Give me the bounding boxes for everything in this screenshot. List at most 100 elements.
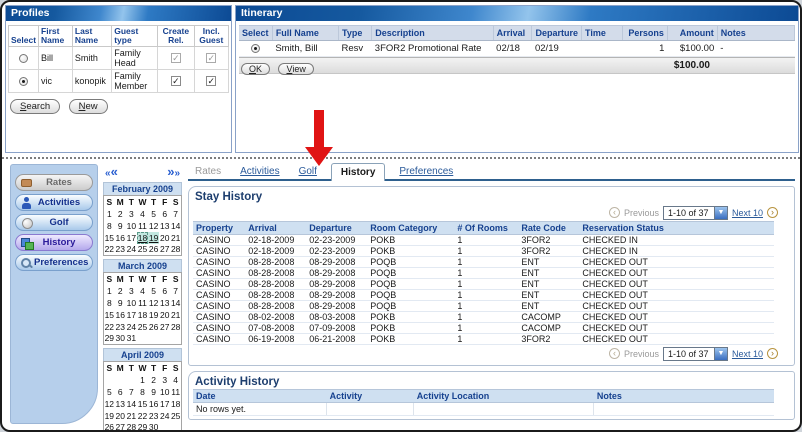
calendar-day[interactable]: 22 xyxy=(104,244,115,256)
calendar-day[interactable]: 26 xyxy=(104,422,115,432)
calendar-day[interactable]: 26 xyxy=(148,321,159,333)
calendar-day[interactable]: 8 xyxy=(104,220,115,232)
calendar-day[interactable]: 29 xyxy=(104,333,115,345)
calendar-day[interactable]: 24 xyxy=(126,321,137,333)
calendar-day[interactable]: 14 xyxy=(170,297,181,309)
sidebar-item-preferences[interactable]: Preferences xyxy=(15,254,93,271)
calendar-day[interactable]: 22 xyxy=(137,410,148,422)
calendar-day[interactable]: 3 xyxy=(126,285,137,297)
calendar-day[interactable]: 31 xyxy=(126,333,137,345)
calendar-day[interactable]: 15 xyxy=(137,398,148,410)
calendar-day[interactable]: 25 xyxy=(137,244,148,256)
calendar-day[interactable]: 12 xyxy=(148,297,159,309)
sidebar-item-golf[interactable]: Golf xyxy=(15,214,93,231)
calendar-day[interactable]: 19 xyxy=(104,410,115,422)
next-10-link[interactable]: Next 10 xyxy=(732,349,763,359)
calendar-day[interactable]: 23 xyxy=(148,410,159,422)
calendar-day[interactable]: 2 xyxy=(148,374,159,386)
create-rel-checkbox[interactable]: ✓ xyxy=(171,53,181,63)
calendar-day[interactable]: 10 xyxy=(126,297,137,309)
calendar-day[interactable]: 20 xyxy=(115,410,126,422)
calendar-day[interactable]: 7 xyxy=(126,386,137,398)
calendar-day[interactable]: 8 xyxy=(104,297,115,309)
calendar-day[interactable]: 4 xyxy=(137,285,148,297)
calendar-day[interactable]: 13 xyxy=(159,297,170,309)
calendar-day[interactable]: 5 xyxy=(104,386,115,398)
calendar-day[interactable]: 21 xyxy=(126,410,137,422)
calendar-prev-month-icon[interactable]: « xyxy=(111,164,118,179)
calendar-day[interactable]: 14 xyxy=(126,398,137,410)
calendar-day[interactable]: 24 xyxy=(159,410,170,422)
calendar-day[interactable]: 19 xyxy=(148,309,159,321)
calendar-day[interactable]: 17 xyxy=(126,232,137,244)
calendar-day[interactable]: 13 xyxy=(115,398,126,410)
calendar-day[interactable]: 16 xyxy=(115,232,126,244)
calendar-day[interactable]: 5 xyxy=(148,208,159,220)
calendar-day[interactable]: 26 xyxy=(148,244,159,256)
calendar-day[interactable]: 15 xyxy=(104,309,115,321)
calendar-day[interactable]: 4 xyxy=(170,374,181,386)
tab-history[interactable]: History xyxy=(331,163,385,181)
calendar-next-year-icon[interactable]: » xyxy=(174,168,180,179)
calendar-day[interactable]: 21 xyxy=(170,309,181,321)
calendar-day[interactable]: 6 xyxy=(115,386,126,398)
ok-button[interactable]: OK xyxy=(241,63,270,75)
calendar-day[interactable]: 19 xyxy=(148,232,159,244)
calendar-day[interactable]: 9 xyxy=(115,220,126,232)
calendar-day[interactable]: 2 xyxy=(115,208,126,220)
calendar-day[interactable]: 6 xyxy=(159,208,170,220)
calendar-day[interactable]: 22 xyxy=(104,321,115,333)
search-button[interactable]: Search xyxy=(10,99,60,114)
next-page-icon[interactable]: › xyxy=(767,348,778,359)
profile-select-radio[interactable] xyxy=(19,77,28,86)
calendar-day[interactable]: 18 xyxy=(137,232,148,244)
itinerary-select-radio[interactable] xyxy=(251,44,260,53)
calendar-day[interactable]: 28 xyxy=(126,422,137,432)
next-10-link[interactable]: Next 10 xyxy=(732,208,763,218)
calendar-day[interactable]: 18 xyxy=(170,398,181,410)
calendar-day[interactable]: 20 xyxy=(159,232,170,244)
calendar-day[interactable]: 20 xyxy=(159,309,170,321)
new-button[interactable]: New xyxy=(69,99,108,114)
calendar-day[interactable]: 3 xyxy=(159,374,170,386)
calendar-day[interactable]: 30 xyxy=(115,333,126,345)
sidebar-item-history[interactable]: History xyxy=(15,234,93,251)
calendar-day[interactable]: 30 xyxy=(148,422,159,432)
calendar-day[interactable]: 27 xyxy=(159,321,170,333)
calendar-day[interactable]: 10 xyxy=(159,386,170,398)
calendar-day[interactable]: 7 xyxy=(170,285,181,297)
calendar-day[interactable]: 12 xyxy=(148,220,159,232)
incl-guest-checkbox[interactable]: ✓ xyxy=(206,53,216,63)
page-range-select[interactable]: 1-10 of 37▼ xyxy=(663,347,728,361)
calendar-day[interactable]: 27 xyxy=(115,422,126,432)
calendar-day[interactable]: 18 xyxy=(137,309,148,321)
calendar-day[interactable]: 14 xyxy=(170,220,181,232)
calendar-day[interactable]: 3 xyxy=(126,208,137,220)
create-rel-checkbox[interactable]: ✓ xyxy=(171,76,181,86)
calendar-day[interactable]: 9 xyxy=(115,297,126,309)
calendar-day[interactable]: 13 xyxy=(159,220,170,232)
calendar-day[interactable]: 10 xyxy=(126,220,137,232)
sidebar-item-activities[interactable]: Activities xyxy=(15,194,93,211)
calendar-day[interactable]: 25 xyxy=(170,410,181,422)
calendar-day[interactable]: 1 xyxy=(104,208,115,220)
calendar-day[interactable]: 1 xyxy=(137,374,148,386)
profile-select-radio[interactable] xyxy=(19,54,28,63)
calendar-day[interactable]: 11 xyxy=(137,220,148,232)
calendar-day[interactable]: 2 xyxy=(115,285,126,297)
calendar-day[interactable]: 5 xyxy=(148,285,159,297)
calendar-day[interactable]: 16 xyxy=(148,398,159,410)
calendar-day[interactable]: 7 xyxy=(170,208,181,220)
calendar-day[interactable]: 9 xyxy=(148,386,159,398)
calendar-day[interactable]: 17 xyxy=(159,398,170,410)
calendar-day[interactable]: 27 xyxy=(159,244,170,256)
calendar-day[interactable]: 25 xyxy=(137,321,148,333)
calendar-day[interactable]: 12 xyxy=(104,398,115,410)
calendar-day[interactable]: 15 xyxy=(104,232,115,244)
page-range-select[interactable]: 1-10 of 37▼ xyxy=(663,206,728,220)
incl-guest-checkbox[interactable]: ✓ xyxy=(206,76,216,86)
calendar-day[interactable]: 1 xyxy=(104,285,115,297)
view-button[interactable]: View xyxy=(278,63,313,75)
calendar-day[interactable]: 24 xyxy=(126,244,137,256)
calendar-day[interactable]: 8 xyxy=(137,386,148,398)
